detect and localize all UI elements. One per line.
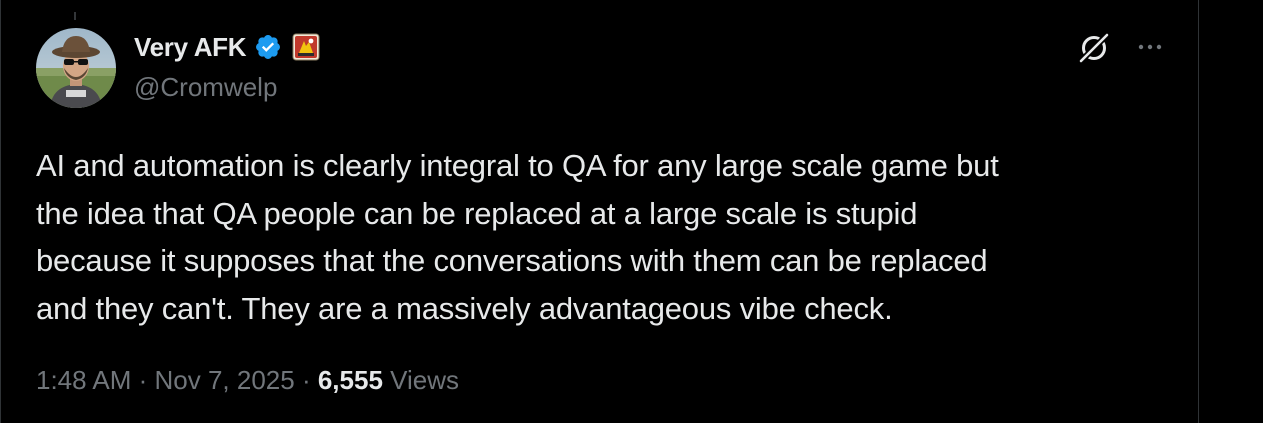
- more-options-icon[interactable]: [1134, 34, 1166, 60]
- tweet: Very AFK @Cromwelp AI and automation is …: [0, 0, 1198, 423]
- author-handle[interactable]: @Cromwelp: [134, 72, 277, 103]
- author-name-row: Very AFK: [134, 31, 320, 63]
- page: Very AFK @Cromwelp AI and automation is …: [0, 0, 1263, 423]
- right-border: [1198, 0, 1199, 423]
- affiliate-badge-icon[interactable]: [292, 33, 320, 61]
- meta-separator: ·: [294, 365, 318, 395]
- grok-icon[interactable]: [1076, 30, 1112, 66]
- tweet-time[interactable]: 1:48 AM: [36, 365, 131, 396]
- tweet-date[interactable]: Nov 7, 2025: [155, 365, 295, 396]
- views-count: 6,555: [317, 365, 383, 395]
- avatar-image: [36, 28, 116, 108]
- tweet-text: AI and automation is clearly integral to…: [36, 148, 999, 326]
- views-label: Views: [382, 365, 460, 395]
- meta-separator: ·: [131, 365, 155, 395]
- avatar[interactable]: [36, 28, 116, 108]
- tweet-metadata: 1:48 AM · Nov 7, 2025 · 6,555 Views: [36, 365, 459, 396]
- author-display-name[interactable]: Very AFK: [134, 32, 247, 63]
- verified-check-icon[interactable]: [254, 33, 282, 61]
